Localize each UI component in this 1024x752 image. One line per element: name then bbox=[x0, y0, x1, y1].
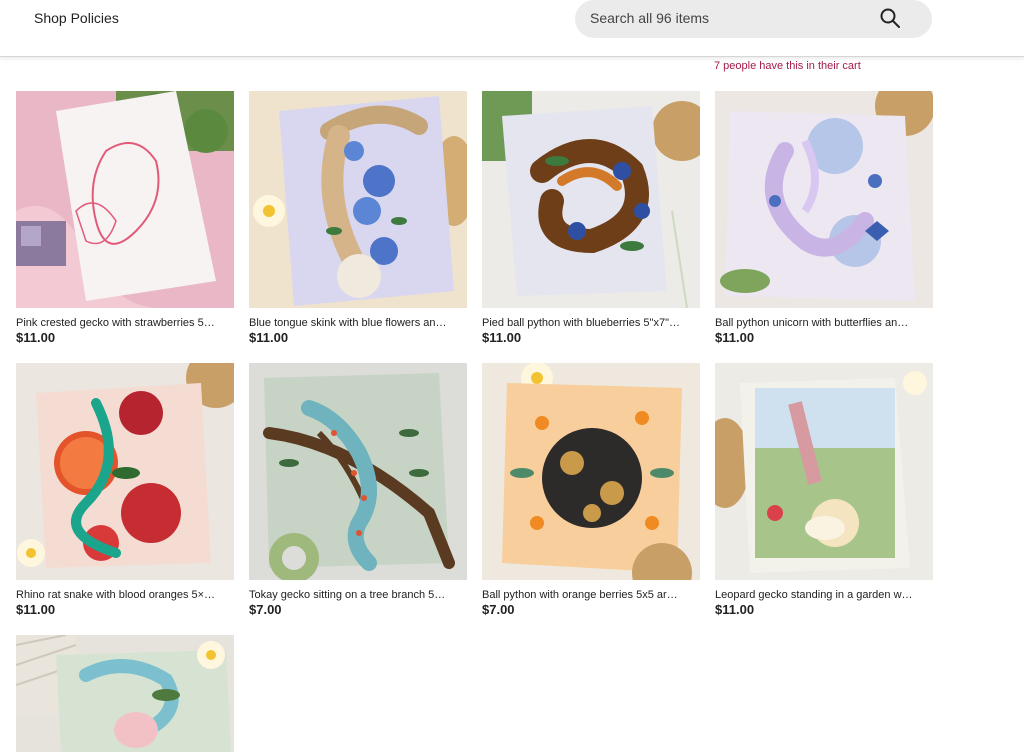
listing-title[interactable]: Ball python with orange berries 5x5 ar… bbox=[482, 588, 700, 602]
listing-title[interactable]: Pied ball python with blueberries 5"x7"… bbox=[482, 316, 700, 330]
listing-price: $7.00 bbox=[482, 602, 515, 617]
listing-price: $11.00 bbox=[715, 602, 755, 617]
listing-card[interactable]: Blue tongue skink with blue flowers an… … bbox=[249, 91, 467, 346]
listing-image[interactable] bbox=[715, 363, 933, 580]
listing-image[interactable] bbox=[482, 91, 700, 308]
listing-title[interactable]: Rhino rat snake with blood oranges 5×… bbox=[16, 588, 234, 602]
listing-price: $11.00 bbox=[715, 330, 755, 345]
search-input[interactable] bbox=[590, 0, 870, 36]
listing-image[interactable] bbox=[249, 363, 467, 580]
shop-header: Shop Policies bbox=[0, 0, 1024, 57]
listing-card[interactable]: Pied ball python with blueberries 5"x7"…… bbox=[482, 91, 700, 346]
listing-price: $7.00 bbox=[249, 602, 282, 617]
listing-image[interactable] bbox=[16, 363, 234, 580]
listing-card[interactable]: Pink crested gecko with strawberries 5… … bbox=[16, 91, 234, 346]
listing-card[interactable]: Ball python with orange berries 5x5 ar… … bbox=[482, 363, 700, 618]
cart-demand-note: 7 people have this in their cart bbox=[714, 60, 861, 72]
listing-price: $11.00 bbox=[249, 330, 289, 345]
listing-title[interactable]: Pink crested gecko with strawberries 5… bbox=[16, 316, 234, 330]
search-bar bbox=[575, 0, 932, 38]
listing-card[interactable]: Ball python unicorn with butterflies an…… bbox=[715, 91, 933, 346]
listing-image[interactable] bbox=[16, 635, 234, 752]
listing-image[interactable] bbox=[249, 91, 467, 308]
search-icon[interactable] bbox=[878, 6, 902, 30]
listing-price: $11.00 bbox=[482, 330, 522, 345]
listing-image[interactable] bbox=[482, 363, 700, 580]
listing-image[interactable] bbox=[16, 91, 234, 308]
listing-card[interactable]: Rhino rat snake with blood oranges 5×… $… bbox=[16, 363, 234, 618]
listing-price: $11.00 bbox=[16, 330, 56, 345]
listing-card[interactable]: Leopard gecko standing in a garden w… $1… bbox=[715, 363, 933, 618]
listing-title[interactable]: Blue tongue skink with blue flowers an… bbox=[249, 316, 467, 330]
listing-card[interactable] bbox=[16, 635, 234, 752]
listing-image[interactable] bbox=[715, 91, 933, 308]
listing-title[interactable]: Leopard gecko standing in a garden w… bbox=[715, 588, 933, 602]
listing-title[interactable]: Tokay gecko sitting on a tree branch 5… bbox=[249, 588, 467, 602]
listing-title[interactable]: Ball python unicorn with butterflies an… bbox=[715, 316, 933, 330]
shop-policies-link[interactable]: Shop Policies bbox=[34, 10, 119, 26]
listing-card[interactable]: Tokay gecko sitting on a tree branch 5… … bbox=[249, 363, 467, 618]
listing-price: $11.00 bbox=[16, 602, 56, 617]
